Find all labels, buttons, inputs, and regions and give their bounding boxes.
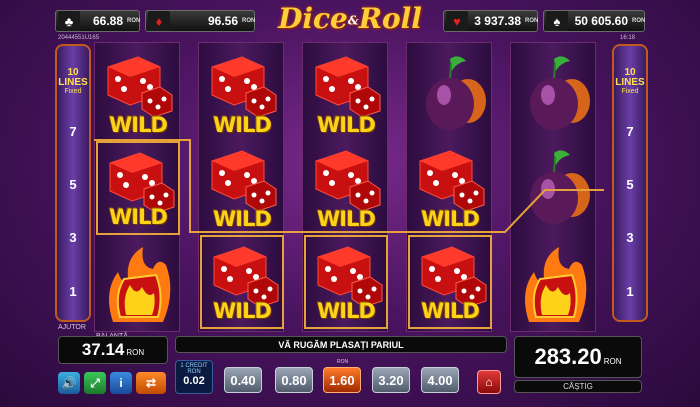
info-button[interactable]: i: [110, 372, 132, 394]
speaker-icon: 🔊: [61, 376, 77, 390]
home-button[interactable]: ⌂: [477, 370, 501, 394]
bet-button-1[interactable]: 0.80: [275, 367, 313, 393]
win-label-box: CÂȘTIG: [514, 380, 642, 393]
win-display: 283.20 RON: [514, 336, 642, 378]
home-icon: ⌂: [485, 375, 493, 389]
bet-button-2[interactable]: 1.60: [323, 367, 361, 393]
credit-value: 0.02: [183, 375, 205, 387]
message-text: VĂ RUGĂM PLASAȚI PARIUL: [278, 339, 404, 350]
balance-value: 37.14: [81, 340, 125, 359]
gamble-button[interactable]: ⇄: [136, 372, 166, 394]
win-label: CÂȘTIG: [563, 382, 593, 391]
credit-display: 1 CREDIT RON 0.02: [175, 360, 213, 394]
balance-currency: RON: [126, 347, 145, 357]
bet-button-0[interactable]: 0.40: [224, 367, 262, 393]
balance-display: 37.14 RON: [58, 336, 168, 364]
sound-button[interactable]: 🔊: [58, 372, 80, 394]
bet-button-4[interactable]: 4.00: [421, 367, 459, 393]
win-value: 283.20: [534, 344, 602, 369]
win-currency: RON: [603, 356, 622, 366]
bet-tag: RON: [337, 359, 349, 365]
help-label: AJUTOR: [58, 324, 86, 331]
swap-arrows-icon: ⇄: [145, 376, 157, 390]
info-icon: i: [119, 376, 123, 390]
bet-button-3[interactable]: 3.20: [372, 367, 410, 393]
fullscreen-button[interactable]: ⤢: [84, 372, 106, 394]
message-bar: VĂ RUGĂM PLASAȚI PARIUL: [175, 336, 507, 353]
fullscreen-icon: ⤢: [90, 375, 100, 390]
